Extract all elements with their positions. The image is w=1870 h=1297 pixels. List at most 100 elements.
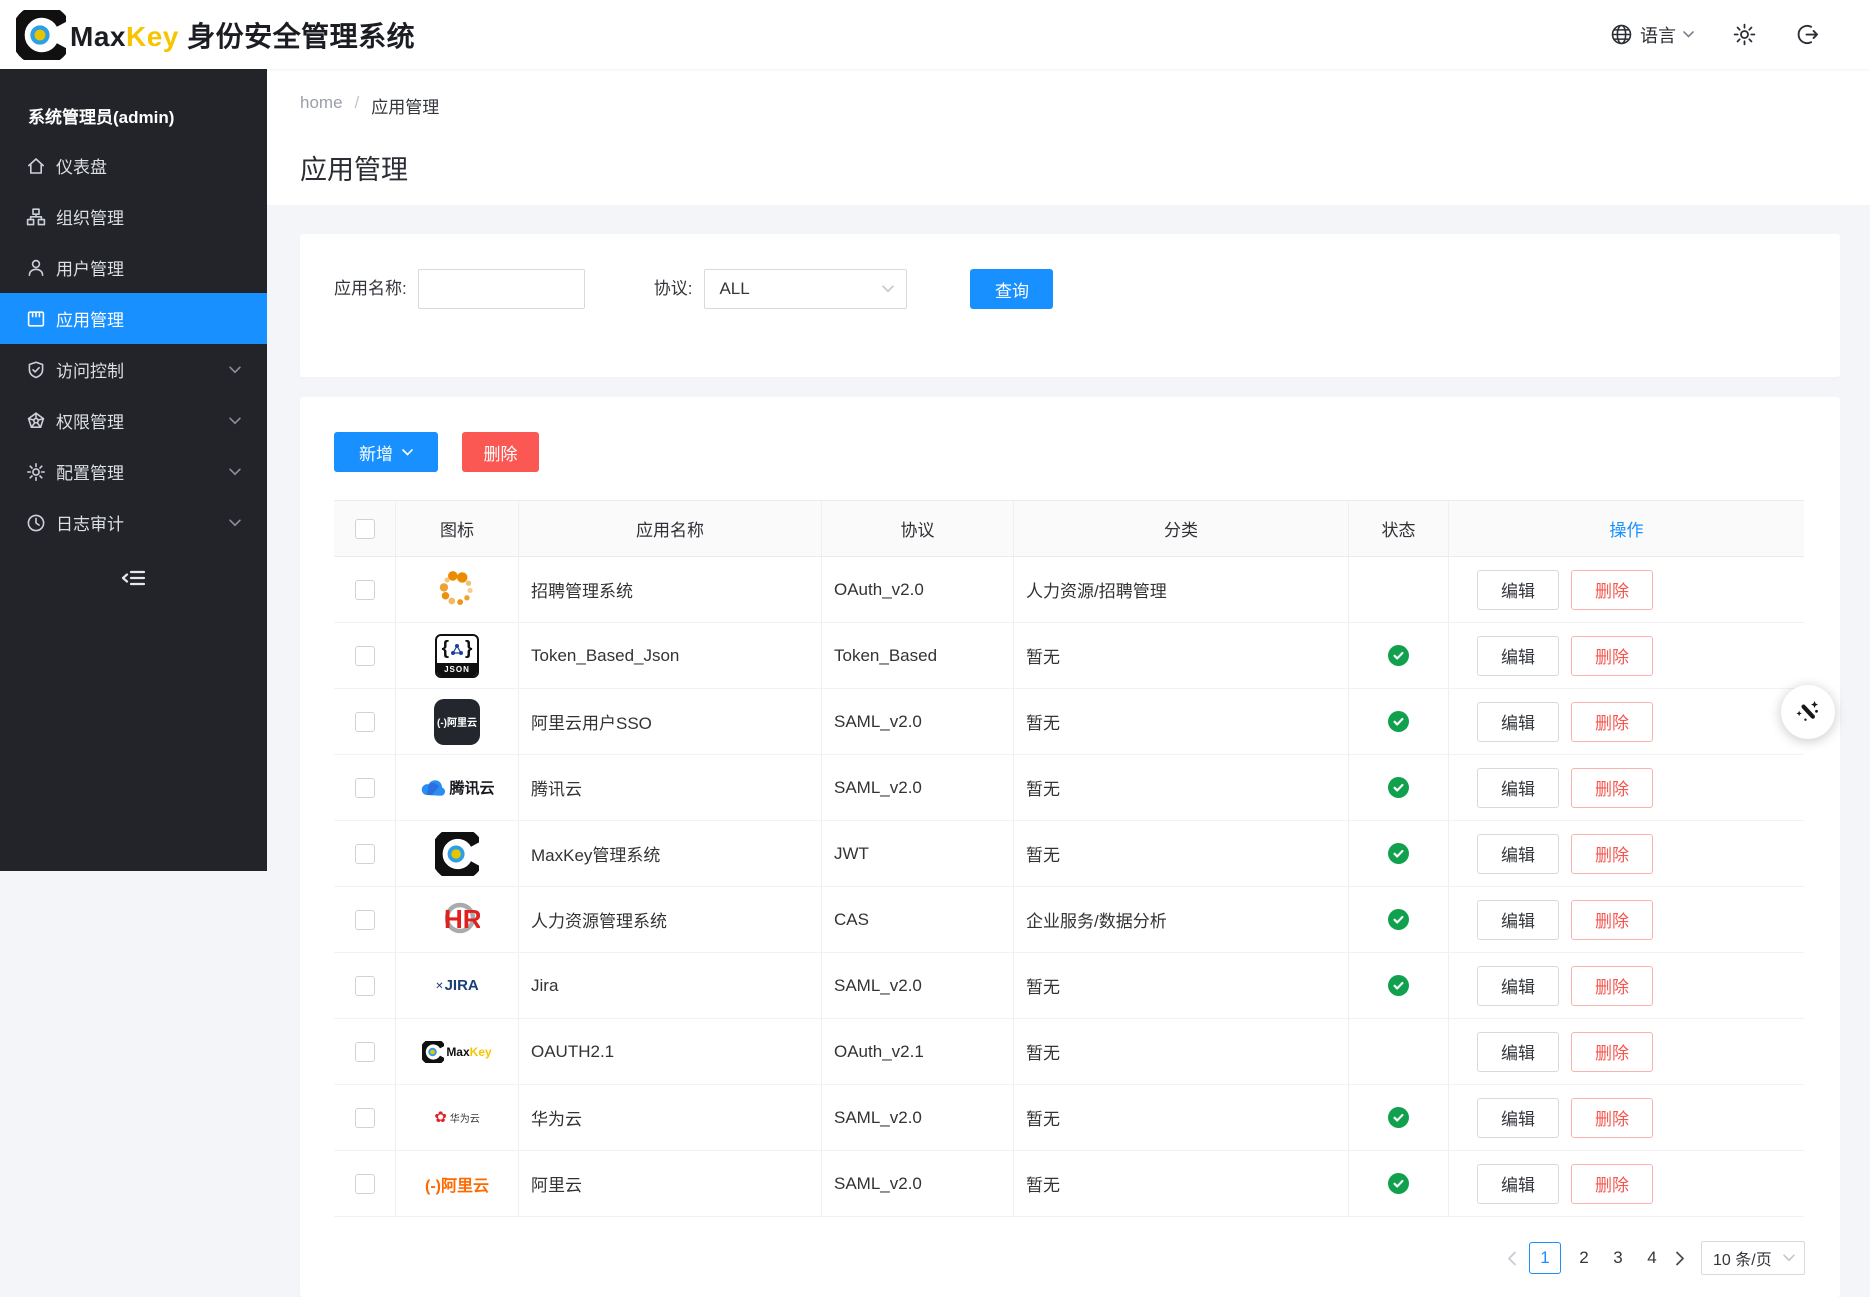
select-all-checkbox[interactable] [355, 519, 375, 539]
category-cell: 暂无 [1014, 1085, 1349, 1150]
sidebar-item-2[interactable]: 用户管理 [0, 242, 267, 293]
table-row: 招聘管理系统OAuth_v2.0人力资源/招聘管理编辑删除 [334, 557, 1804, 623]
add-button[interactable]: 新增 [334, 432, 438, 472]
app-icon-cell: (-)阿里云 [396, 689, 519, 754]
category-value: 暂无 [1026, 1105, 1060, 1130]
row-delete-button[interactable]: 删除 [1571, 768, 1653, 808]
row-checkbox[interactable] [355, 580, 375, 600]
table-row: {}JSONToken_Based_JsonToken_Based暂无编辑删除 [334, 623, 1804, 689]
edit-button[interactable]: 编辑 [1477, 1032, 1559, 1072]
app-name-cell: 招聘管理系统 [519, 557, 822, 622]
edit-button[interactable]: 编辑 [1477, 768, 1559, 808]
column-header-label: 分类 [1164, 516, 1198, 541]
protocol-cell: OAuth_v2.1 [822, 1019, 1014, 1084]
app-icon-cell [396, 821, 519, 886]
sidebar-item-label: 访问控制 [56, 357, 124, 382]
row-delete-button[interactable]: 删除 [1571, 1032, 1653, 1072]
row-delete-button[interactable]: 删除 [1571, 1098, 1653, 1138]
app-icon-cell: {}JSON [396, 623, 519, 688]
svg-text:HR: HR [444, 904, 480, 934]
app-icon-cell: 腾讯云 [396, 755, 519, 820]
row-select-cell [334, 689, 396, 754]
language-selector[interactable]: 语言 [1610, 22, 1694, 48]
row-delete-button[interactable]: 删除 [1571, 900, 1653, 940]
edit-button[interactable]: 编辑 [1477, 702, 1559, 742]
actions-cell: 编辑删除 [1449, 557, 1804, 622]
edit-button[interactable]: 编辑 [1477, 1164, 1559, 1204]
app-name-cell: 腾讯云 [519, 755, 822, 820]
edit-button[interactable]: 编辑 [1477, 834, 1559, 874]
pagination-page-4[interactable]: 4 [1641, 1242, 1663, 1274]
row-checkbox[interactable] [355, 844, 375, 864]
pagination-next-button[interactable] [1675, 1251, 1685, 1266]
row-delete-button[interactable]: 删除 [1571, 636, 1653, 676]
row-select-cell [334, 1019, 396, 1084]
search-button[interactable]: 查询 [970, 269, 1053, 309]
row-delete-button[interactable]: 删除 [1571, 570, 1653, 610]
category-cell: 暂无 [1014, 821, 1349, 886]
row-checkbox[interactable] [355, 1042, 375, 1062]
row-checkbox[interactable] [355, 646, 375, 666]
sidebar-item-1[interactable]: 组织管理 [0, 191, 267, 242]
status-cell [1349, 755, 1449, 820]
applications-table: 图标应用名称协议分类状态操作 招聘管理系统OAuth_v2.0人力资源/招聘管理… [334, 500, 1804, 1217]
app-name-cell: 华为云 [519, 1085, 822, 1150]
audit-clock-icon [26, 513, 46, 533]
app-name: Token_Based_Json [531, 646, 679, 666]
user-icon [26, 258, 46, 278]
edit-button[interactable]: 编辑 [1477, 900, 1559, 940]
shield-check-icon [26, 360, 46, 380]
pagination-page-2[interactable]: 2 [1573, 1242, 1595, 1274]
breadcrumb: home / 应用管理 [300, 69, 1870, 118]
app-icon-cell: (-)阿里云 [396, 1151, 519, 1216]
app-name-cell: Jira [519, 953, 822, 1018]
sidebar-item-label: 仪表盘 [56, 153, 107, 178]
actions-cell: 编辑删除 [1449, 1019, 1804, 1084]
sidebar-item-6[interactable]: 配置管理 [0, 446, 267, 497]
row-checkbox[interactable] [355, 976, 375, 996]
breadcrumb-home-link[interactable]: home [300, 93, 343, 118]
protocol-select[interactable]: ALL [704, 269, 907, 309]
settings-gear-icon[interactable] [1732, 22, 1757, 47]
row-checkbox[interactable] [355, 712, 375, 732]
sidebar-item-0[interactable]: 仪表盘 [0, 140, 267, 191]
edit-button[interactable]: 编辑 [1477, 570, 1559, 610]
logout-icon[interactable] [1795, 22, 1820, 47]
check-circle-icon [1388, 975, 1409, 996]
row-checkbox[interactable] [355, 1108, 375, 1128]
row-delete-button[interactable]: 删除 [1571, 702, 1653, 742]
row-delete-button[interactable]: 删除 [1571, 1164, 1653, 1204]
app-name-input[interactable] [418, 269, 585, 309]
row-delete-button[interactable]: 删除 [1571, 834, 1653, 874]
row-select-cell [334, 1151, 396, 1216]
theme-tool-fab[interactable] [1781, 685, 1835, 739]
status-cell [1349, 623, 1449, 688]
sidebar-item-4[interactable]: 访问控制 [0, 344, 267, 395]
row-delete-button[interactable]: 删除 [1571, 966, 1653, 1006]
chevron-down-icon [882, 285, 894, 293]
sidebar-item-label: 配置管理 [56, 459, 124, 484]
page-size-select[interactable]: 10 条/页 [1701, 1241, 1805, 1275]
sidebar-menu: 仪表盘组织管理用户管理应用管理访问控制权限管理配置管理日志审计 [0, 140, 267, 548]
edit-button[interactable]: 编辑 [1477, 1098, 1559, 1138]
sidebar-item-label: 应用管理 [56, 306, 124, 331]
edit-button[interactable]: 编辑 [1477, 636, 1559, 676]
sidebar-item-3[interactable]: 应用管理 [0, 293, 267, 344]
column-header-label: 应用名称 [636, 516, 704, 541]
sidebar-item-5[interactable]: 权限管理 [0, 395, 267, 446]
pagination-page-3[interactable]: 3 [1607, 1242, 1629, 1274]
pagination-page-1[interactable]: 1 [1529, 1242, 1561, 1274]
row-checkbox[interactable] [355, 778, 375, 798]
sidebar-item-7[interactable]: 日志审计 [0, 497, 267, 548]
table-row: MaxKey管理系统JWT暂无编辑删除 [334, 821, 1804, 887]
collapse-sidebar-button[interactable] [0, 556, 267, 600]
row-checkbox[interactable] [355, 910, 375, 930]
edit-button[interactable]: 编辑 [1477, 966, 1559, 1006]
status-cell [1349, 821, 1449, 886]
chevron-down-icon [402, 449, 413, 456]
table-row: (-)阿里云阿里云SAML_v2.0暂无编辑删除 [334, 1151, 1804, 1217]
pagination-prev-button[interactable] [1507, 1251, 1517, 1266]
delete-button[interactable]: 删除 [462, 432, 539, 472]
row-checkbox[interactable] [355, 1174, 375, 1194]
header-actions: 语言 [1610, 22, 1870, 48]
